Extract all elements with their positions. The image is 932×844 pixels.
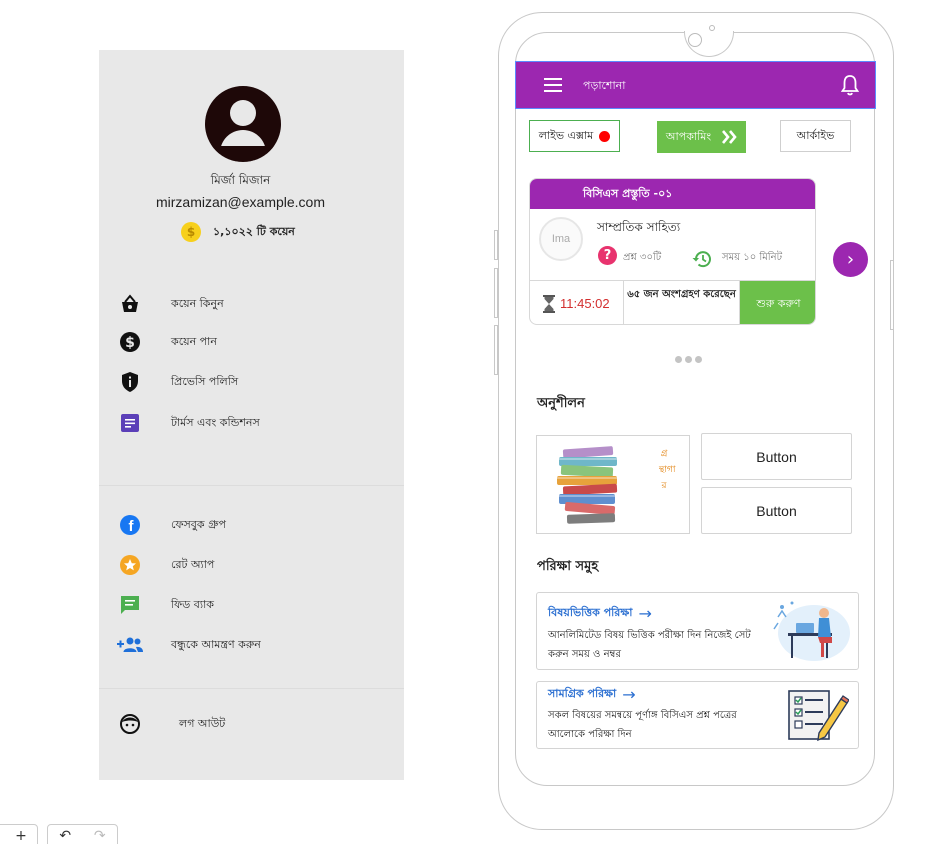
menu-label: রেট অ্যাপ <box>171 557 215 571</box>
tab-live-exam[interactable]: লাইভ এক্সাম <box>529 120 620 152</box>
bell-icon[interactable] <box>840 74 860 100</box>
face-icon <box>117 712 143 736</box>
menu-item-privacy-policy[interactable]: প্রিভেসি পলিসি <box>117 370 238 394</box>
menu-item-buy-coins[interactable]: কয়েন কিনুন <box>117 292 224 316</box>
history-icon <box>691 249 713 273</box>
menu-label: টার্মস এবং কন্ডিশনস <box>171 415 260 429</box>
chevron-right-icon: › <box>846 249 855 270</box>
menu-label: ফেসবুক গ্রুপ <box>171 517 226 531</box>
tab-upcoming[interactable]: আপকামিং <box>657 121 746 153</box>
practice-section-title: অনুশীলন <box>537 396 585 411</box>
tab-label: লাইভ এক্সাম <box>538 128 594 142</box>
user-name: মির্জা মিজান <box>210 173 271 187</box>
sensor-dot <box>709 25 715 31</box>
exam-card-footer: 11:45:02 ৬৫ জন অংশগ্রহণ করেছেন শুরু করুণ <box>530 280 815 324</box>
checklist-illustration <box>788 690 849 742</box>
divider <box>99 688 404 689</box>
svg-text:$: $ <box>125 335 135 351</box>
logout-button[interactable]: লগ আউট <box>117 712 225 736</box>
tests-section-title: পরিক্ষা সমুহ <box>537 559 599 574</box>
participants-count: ৬৫ জন অংশগ্রহণ করেছেন <box>623 281 740 324</box>
tab-label: আপকামিং <box>665 129 712 143</box>
books-image <box>557 446 618 524</box>
live-dot-icon <box>599 130 611 142</box>
avatar[interactable] <box>205 86 281 162</box>
phone-side-button <box>494 268 498 318</box>
feedback-icon <box>117 593 143 617</box>
coin-icon: $ <box>181 222 201 242</box>
menu-icon[interactable] <box>544 78 562 92</box>
phone-side-button <box>890 260 894 330</box>
question-icon: ? <box>598 246 617 265</box>
canvas: মির্জা মিজান mirzamizan@example.com $ ১,… <box>0 0 932 844</box>
exam-duration: সময় ১০ মিনিট <box>722 252 783 263</box>
double-chevron-icon <box>721 130 737 144</box>
facebook-icon: f <box>117 513 143 537</box>
exam-subject: সাম্প্রতিক সাহিত্য <box>597 220 681 234</box>
menu-label: বন্ধুকে আমন্ত্রণ করুন <box>171 637 261 651</box>
hourglass-icon <box>543 295 555 317</box>
menu-label: কয়েন পান <box>171 334 217 348</box>
image-placeholder: Ima <box>539 217 583 261</box>
start-exam-button[interactable]: শুরু করুণ <box>740 281 815 324</box>
user-email: mirzamizan@example.com <box>155 194 326 210</box>
divider <box>99 485 404 486</box>
redo-icon[interactable]: ↷ <box>94 828 106 844</box>
undo-icon[interactable]: ↶ <box>59 828 71 844</box>
button-1[interactable]: Button <box>701 433 852 480</box>
phone-side-button <box>494 230 498 260</box>
dollar-icon: $ <box>117 330 143 354</box>
phone-side-button <box>494 325 498 375</box>
subject-test-card[interactable]: বিষয়ভিত্তিক পরিক্ষা → আনলিমিটেড বিষয় ভ… <box>536 592 859 670</box>
add-button[interactable]: + <box>0 824 38 844</box>
question-count: প্রশ্ন ৩০টি <box>623 252 662 263</box>
menu-item-terms[interactable]: টার্মস এবং কন্ডিশনস <box>117 411 260 435</box>
app-bar: পড়াশোনা <box>515 61 876 109</box>
basket-icon <box>117 292 143 316</box>
star-icon <box>117 553 143 577</box>
menu-item-facebook-group[interactable]: f ফেসবুক গ্রুপ <box>117 513 226 537</box>
menu-item-feedback[interactable]: ফিড ব্যাক <box>117 593 214 617</box>
coin-balance: $ ১,১০২২ টি কয়েন <box>181 222 295 242</box>
tab-archive[interactable]: আর্কাইভ <box>780 120 851 152</box>
subject-test-description: আনলিমিটেড বিষয় ভিত্তিক পরীক্ষা দিন নিজে… <box>548 630 751 660</box>
countdown-timer: 11:45:02 <box>560 296 610 311</box>
add-people-icon <box>117 633 143 657</box>
shield-icon <box>117 370 143 394</box>
logout-label: লগ আউট <box>179 716 226 730</box>
test-title-label: বিষয়ভিত্তিক পরিক্ষা <box>548 606 633 619</box>
arrow-right-icon: → <box>638 604 652 623</box>
subject-test-title: বিষয়ভিত্তিক পরিক্ষা → <box>548 604 652 623</box>
menu-label: প্রিভেসি পলিসি <box>171 374 239 388</box>
menu-item-invite-friend[interactable]: বন্ধুকে আমন্ত্রণ করুন <box>117 633 261 657</box>
next-card-button[interactable]: › <box>833 242 868 277</box>
library-card[interactable]: গ্রন্থাগার <box>536 435 690 534</box>
overall-test-card[interactable]: সামগ্রিক পরিক্ষা → সকল বিষয়ের সমন্বয়ে … <box>536 681 859 749</box>
navigation-drawer: মির্জা মিজান mirzamizan@example.com $ ১,… <box>99 50 404 780</box>
carousel-indicator[interactable] <box>675 356 705 363</box>
app-title: পড়াশোনা <box>583 79 626 92</box>
menu-item-rate-app[interactable]: রেট অ্যাপ <box>117 553 214 577</box>
document-icon <box>117 411 143 435</box>
study-illustration <box>773 601 850 661</box>
arrow-right-icon: → <box>622 685 636 704</box>
history-controls: ↶ ↷ <box>47 824 118 844</box>
button-2[interactable]: Button <box>701 487 852 534</box>
exam-card: বিসিএস প্রস্তুতি -০১ Ima সাম্প্রতিক সাহি… <box>529 178 816 325</box>
menu-item-earn-coins[interactable]: $ কয়েন পান <box>117 330 217 354</box>
library-label: গ্রন্থাগার <box>659 449 676 491</box>
tab-label: আর্কাইভ <box>796 128 835 142</box>
menu-label: ফিড ব্যাক <box>171 597 214 611</box>
add-icon: + <box>15 828 27 844</box>
coin-balance-label: ১,১০২২ টি কয়েন <box>213 224 295 238</box>
menu-label: কয়েন কিনুন <box>171 296 224 310</box>
overall-test-description: সকল বিষয়ের সমন্বয়ে পূর্ণাঙ্গ বিসিএস প্… <box>548 710 737 740</box>
exam-card-title: বিসিএস প্রস্তুতি -০১ <box>530 179 815 209</box>
camera-icon <box>688 33 702 47</box>
test-title-label: সামগ্রিক পরিক্ষা <box>548 687 617 700</box>
overall-test-title: সামগ্রিক পরিক্ষা → <box>548 685 636 704</box>
